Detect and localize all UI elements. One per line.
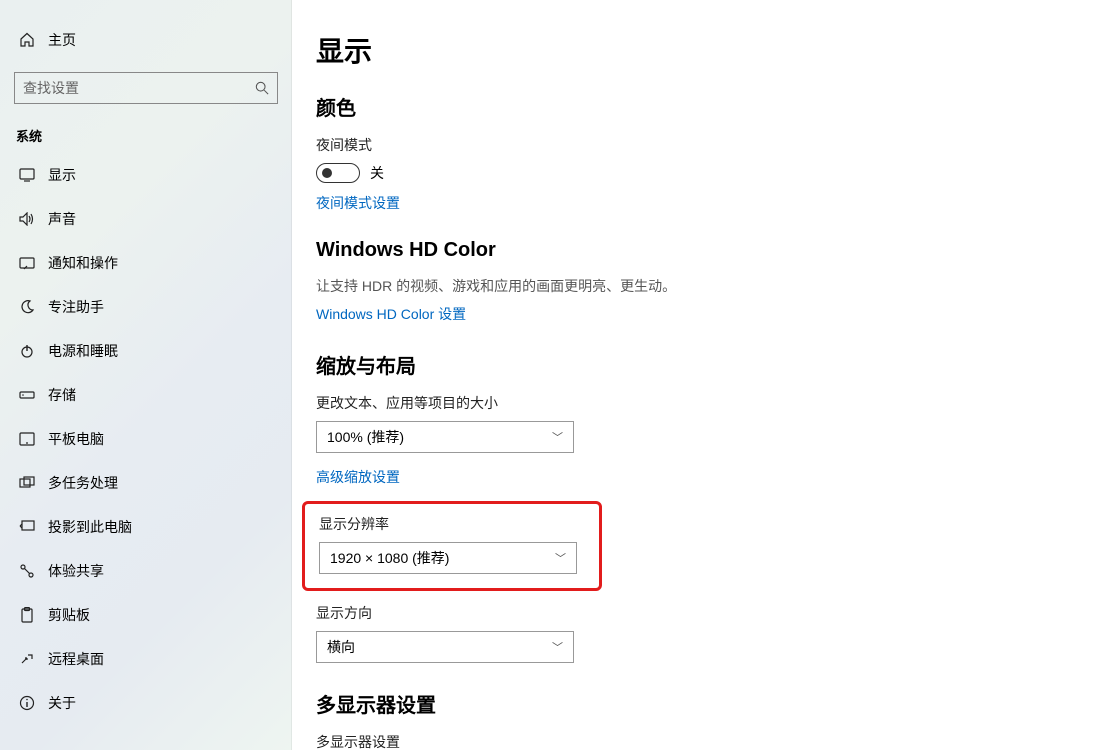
sidebar-item-tablet[interactable]: 平板电脑 [0,417,292,461]
text-size-group: 更改文本、应用等项目的大小 100% (推荐) ﹀ [316,393,1100,453]
page-title: 显示 [316,30,1100,70]
sidebar-home-label: 主页 [48,30,76,50]
sidebar-item-label: 专注助手 [48,297,104,317]
sidebar-item-label: 关于 [48,693,76,713]
orientation-label: 显示方向 [316,603,1100,623]
text-size-label: 更改文本、应用等项目的大小 [316,393,1100,413]
hd-color-desc: 让支持 HDR 的视频、游戏和应用的画面更明亮、更生动。 [316,276,1100,296]
sidebar-item-label: 剪贴板 [48,605,90,625]
night-light-label: 夜间模式 [316,135,1100,155]
sidebar-item-remote-desktop[interactable]: 远程桌面 [0,637,292,681]
night-light-settings-link[interactable]: 夜间模式设置 [316,193,400,213]
search-input[interactable] [23,80,255,96]
sidebar-item-projecting[interactable]: 投影到此电脑 [0,505,292,549]
sidebar-item-focus-assist[interactable]: 专注助手 [0,285,292,329]
sidebar-item-label: 平板电脑 [48,429,104,449]
resolution-select[interactable]: 1920 × 1080 (推荐) ﹀ [319,542,577,574]
sidebar-item-shared-experiences[interactable]: 体验共享 [0,549,292,593]
multi-display-label: 多显示器设置 [316,732,1100,750]
sidebar-item-sound[interactable]: 声音 [0,197,292,241]
multi-display-heading: 多显示器设置 [316,689,1100,718]
orientation-group: 显示方向 横向 ﹀ [316,603,1100,663]
settings-sidebar: 主页 系统 显示 声音 通知和操作 专注助手 电源和睡眠 存储 平板电脑 多任务 [0,0,292,750]
hd-color-settings-link[interactable]: Windows HD Color 设置 [316,304,466,324]
sidebar-item-label: 通知和操作 [48,253,118,273]
scale-heading: 缩放与布局 [316,350,1100,379]
multitasking-icon [16,476,38,490]
section-scale-layout: 缩放与布局 更改文本、应用等项目的大小 100% (推荐) ﹀ 高级缩放设置 显… [316,350,1100,663]
sidebar-item-notifications[interactable]: 通知和操作 [0,241,292,285]
chevron-down-icon: ﹀ [552,639,563,655]
night-light-toggle-row: 关 [316,163,1100,183]
tablet-icon [16,432,38,446]
sidebar-item-label: 远程桌面 [48,649,104,669]
orientation-value: 横向 [327,637,355,657]
sidebar-item-label: 多任务处理 [48,473,118,493]
sidebar-item-display[interactable]: 显示 [0,153,292,197]
display-icon [16,168,38,182]
resolution-value: 1920 × 1080 (推荐) [330,548,449,568]
sidebar-item-storage[interactable]: 存储 [0,373,292,417]
projecting-icon [16,520,38,534]
main-content: 显示 颜色 夜间模式 关 夜间模式设置 Windows HD Color 让支持… [292,0,1100,750]
resolution-highlight: 显示分辨率 1920 × 1080 (推荐) ﹀ [302,501,602,591]
sidebar-item-label: 显示 [48,165,76,185]
color-heading: 颜色 [316,92,1100,121]
advanced-scaling-link[interactable]: 高级缩放设置 [316,467,400,487]
search-box[interactable] [14,72,278,104]
text-size-select[interactable]: 100% (推荐) ﹀ [316,421,574,453]
clipboard-icon [16,607,38,623]
sidebar-item-label: 存储 [48,385,76,405]
night-light-toggle[interactable] [316,163,360,183]
storage-icon [16,390,38,400]
sidebar-item-label: 声音 [48,209,76,229]
sidebar-home[interactable]: 主页 [0,18,292,62]
sidebar-item-power-sleep[interactable]: 电源和睡眠 [0,329,292,373]
sidebar-item-about[interactable]: 关于 [0,681,292,725]
sidebar-item-label: 投影到此电脑 [48,517,132,537]
toggle-knob [322,168,332,178]
orientation-select[interactable]: 横向 ﹀ [316,631,574,663]
search-icon [255,81,269,95]
resolution-label: 显示分辨率 [319,514,585,534]
info-icon [16,695,38,711]
remote-desktop-icon [16,652,38,666]
sidebar-item-label: 体验共享 [48,561,104,581]
sidebar-item-label: 电源和睡眠 [48,341,118,361]
notifications-icon [16,256,38,270]
sound-icon [16,212,38,226]
sidebar-item-multitasking[interactable]: 多任务处理 [0,461,292,505]
section-color: 颜色 夜间模式 关 夜间模式设置 [316,92,1100,213]
share-icon [16,563,38,579]
power-icon [16,343,38,359]
chevron-down-icon: ﹀ [552,429,563,445]
chevron-down-icon: ﹀ [555,550,566,566]
home-icon [16,32,38,48]
section-hd-color: Windows HD Color 让支持 HDR 的视频、游戏和应用的画面更明亮… [316,239,1100,324]
section-multi-display: 多显示器设置 多显示器设置 扩展这些显示器 ﹀ [316,689,1100,750]
moon-icon [16,299,38,315]
toggle-state-label: 关 [370,163,384,183]
hd-color-heading: Windows HD Color [316,239,1100,262]
sidebar-section-label: 系统 [0,120,292,153]
text-size-value: 100% (推荐) [327,427,404,447]
sidebar-item-clipboard[interactable]: 剪贴板 [0,593,292,637]
